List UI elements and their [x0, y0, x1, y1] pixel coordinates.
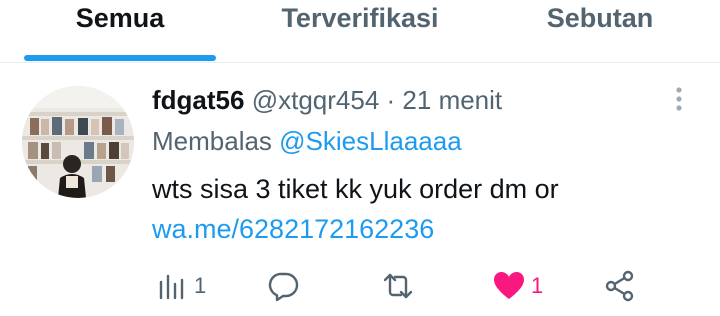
more-options-icon[interactable] — [666, 85, 692, 117]
tweet-header: fdgat56 @xtgqr454 · 21 menit — [152, 83, 502, 117]
like-button[interactable]: 1 — [493, 268, 543, 304]
retweet-button[interactable] — [382, 268, 414, 304]
active-tab-indicator — [24, 55, 216, 61]
tweet-text-line: wts sisa 3 tiket kk yuk order dm or — [152, 174, 559, 204]
replying-to-label: Membalas — [152, 126, 272, 156]
share-icon — [605, 270, 634, 302]
display-name[interactable]: fdgat56 — [152, 85, 244, 115]
retweet-icon — [383, 273, 413, 299]
tab-semua[interactable]: Semua — [0, 0, 240, 62]
timeline-tabs: Semua Terverifikasi Sebutan — [0, 0, 720, 63]
reply-mention-link[interactable]: @SkiesLlaaaaa — [279, 126, 462, 156]
tab-sebutan[interactable]: Sebutan — [480, 0, 720, 62]
avatar-photo — [22, 86, 134, 198]
like-count: 1 — [531, 273, 544, 298]
views-icon — [159, 274, 184, 300]
tab-sebutan-label: Sebutan — [546, 3, 654, 33]
separator-dot: · — [386, 85, 396, 115]
heart-icon — [494, 272, 524, 299]
user-handle[interactable]: @xtgqr454 — [252, 85, 380, 115]
reply-icon — [268, 272, 299, 302]
share-button[interactable] — [604, 268, 636, 304]
timestamp[interactable]: 21 menit — [402, 85, 502, 115]
tab-terverifikasi-label: Terverifikasi — [281, 3, 439, 33]
tab-terverifikasi[interactable]: Terverifikasi — [240, 0, 480, 62]
replying-to: Membalas @SkiesLlaaaaa — [152, 123, 462, 159]
tweet[interactable]: fdgat56 @xtgqr454 · 21 menit Membalas @S… — [0, 63, 720, 316]
tweet-text: wts sisa 3 tiket kk yuk order dm or wa.m… — [152, 169, 692, 249]
views-button[interactable]: 1 — [158, 268, 206, 304]
action-bar: 1 1 — [0, 268, 720, 304]
avatar[interactable] — [22, 86, 134, 198]
reply-button[interactable] — [268, 268, 300, 304]
tweet-link[interactable]: wa.me/6282172162236 — [152, 214, 434, 244]
tab-semua-label: Semua — [75, 3, 165, 33]
views-count: 1 — [194, 273, 207, 298]
